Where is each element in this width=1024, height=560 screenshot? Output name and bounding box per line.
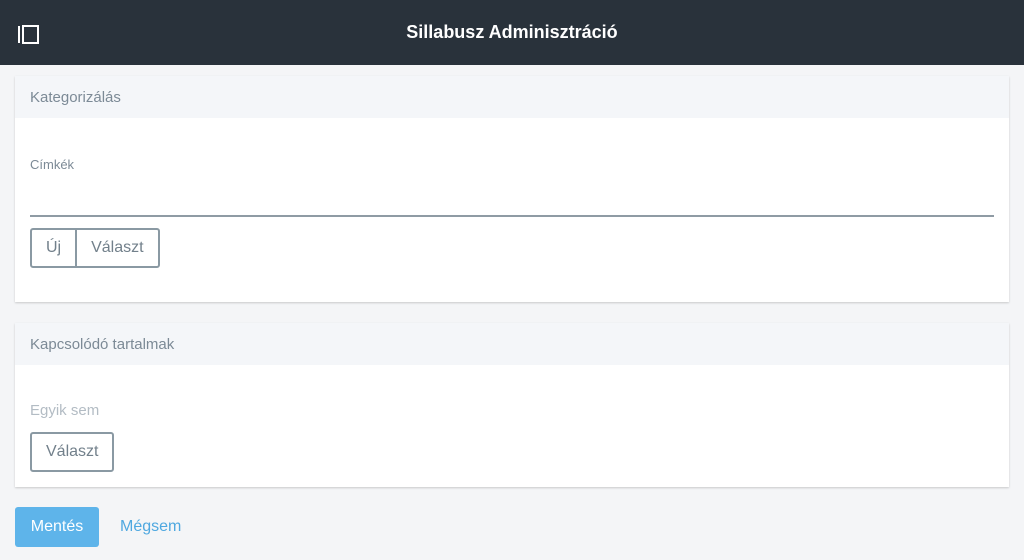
save-button[interactable]: Mentés [15, 507, 99, 547]
tags-label: Címkék [30, 157, 75, 172]
tags-input[interactable] [30, 172, 994, 217]
top-bar: Sillabusz Adminisztráció [0, 0, 1024, 65]
app-title: Sillabusz Adminisztráció [406, 22, 618, 42]
related-content-card: Kapcsolódó tartalmak Egyik sem Választ [15, 323, 1009, 487]
categorization-card: Kategorizálás Címkék Új Választ [15, 76, 1009, 302]
related-empty-text: Egyik sem [30, 402, 100, 419]
cancel-link[interactable]: Mégsem [120, 518, 181, 536]
choose-related-button[interactable]: Választ [30, 432, 115, 472]
choose-tag-button[interactable]: Választ [75, 228, 160, 268]
related-content-heading: Kapcsolódó tartalmak [15, 323, 1009, 365]
categorization-heading: Kategorizálás [15, 76, 1009, 118]
tags-button-group: Új Választ [30, 228, 160, 268]
new-tag-button[interactable]: Új [30, 228, 78, 268]
